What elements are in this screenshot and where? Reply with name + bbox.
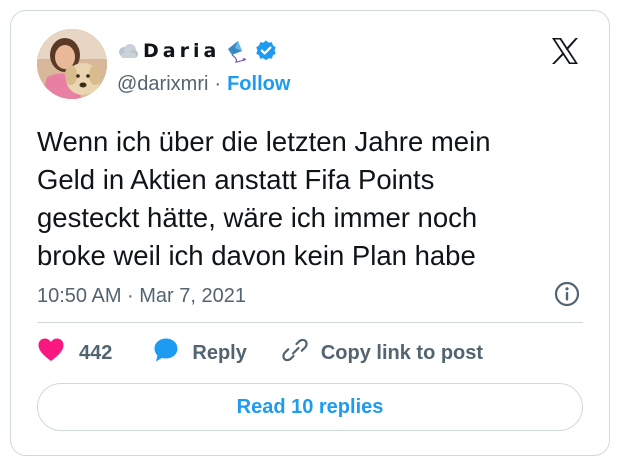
separator-dot: · [214,72,222,95]
reply-bubble-icon [152,336,180,370]
copy-link-button[interactable]: Copy link to post [281,336,483,370]
read-replies-button[interactable]: Read 10 replies [37,383,583,431]
avatar[interactable] [37,29,107,99]
follow-button[interactable]: Follow [227,73,290,96]
verified-badge-icon [254,39,278,63]
divider [37,322,583,323]
read-replies-label: Read 10 replies [236,395,384,418]
kite-icon [224,39,250,63]
timestamp[interactable]: 10:50 AM · Mar 7, 2021 [37,285,246,308]
tweet-text-line: broke weil ich davon kein Plan habe [37,240,476,271]
author-display-name[interactable]: Daria [143,40,220,62]
like-count: 442 [79,341,113,364]
tweet-text-line: gesteckt hätte, wäre ich immer noch [37,202,478,233]
tweet-meta-row: 10:50 AM · Mar 7, 2021 [37,281,581,311]
link-icon [281,336,309,370]
cloud-icon [117,43,139,59]
like-button[interactable]: 442 [37,337,112,369]
tweet-card: Daria @darixmri · Follow Wenn ich über d… [10,10,610,456]
heart-icon [37,337,65,369]
action-bar: 442 Reply Copy link to post [37,337,483,369]
reply-button[interactable]: Reply [152,336,247,370]
tweet-text-line: Geld in Aktien anstatt Fifa Points [37,164,435,195]
copy-link-label: Copy link to post [320,341,484,364]
author-name-row[interactable]: Daria [117,37,278,65]
author-handle-row: @darixmri · Follow [117,71,290,97]
reply-label: Reply [192,341,247,364]
info-icon[interactable] [553,280,581,313]
author-handle[interactable]: @darixmri [117,73,208,96]
tweet-text: Wenn ich über die letzten Jahre mein Gel… [37,123,597,275]
x-logo-icon[interactable] [549,35,581,67]
tweet-text-line: Wenn ich über die letzten Jahre mein [37,126,491,157]
